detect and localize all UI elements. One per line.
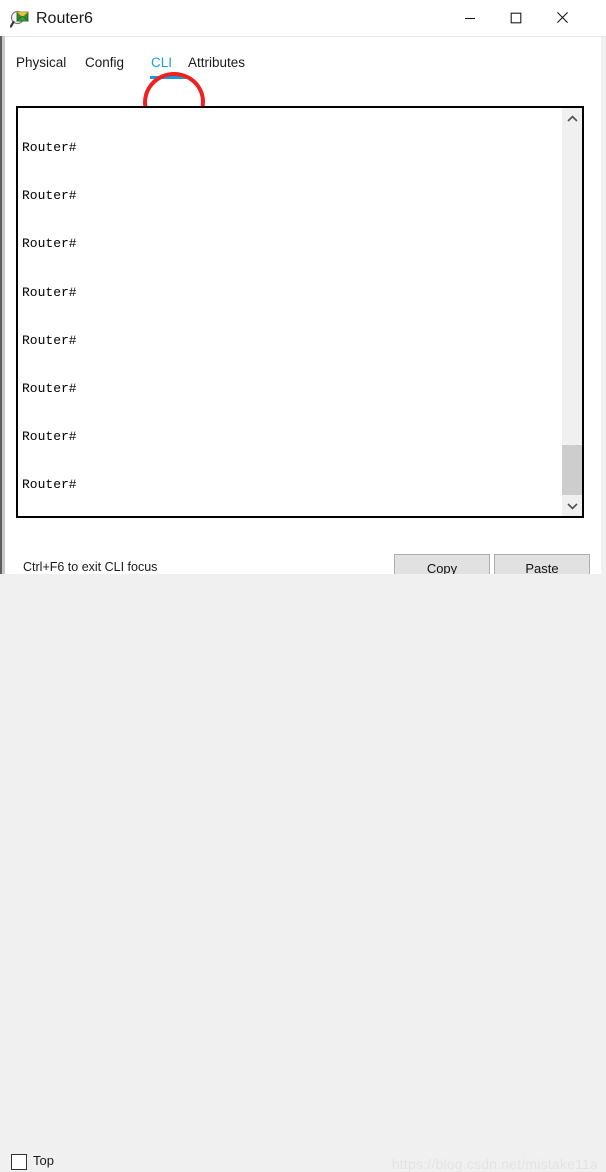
packet-tracer-device-icon <box>9 9 30 29</box>
terminal-line: Router# <box>22 284 77 300</box>
scrollbar-track[interactable] <box>562 129 582 495</box>
terminal-line: Router# <box>22 236 77 252</box>
minimize-button[interactable] <box>447 0 493 35</box>
tab-bar: Physical Config CLI Attributes <box>16 46 292 80</box>
scroll-up-button[interactable] <box>562 108 582 129</box>
tab-attributes[interactable]: Attributes <box>188 46 245 80</box>
maximize-icon <box>510 12 522 23</box>
active-tab-indicator <box>150 76 189 79</box>
top-checkbox[interactable] <box>11 1154 27 1170</box>
maximize-button[interactable] <box>493 0 539 35</box>
minimize-icon <box>465 17 475 19</box>
terminal-output: Router# Router# Router# Router# Router# … <box>22 108 552 516</box>
close-button[interactable] <box>539 0 585 35</box>
device-panel: Physical Config CLI Attributes IOS Comma… <box>5 37 601 582</box>
cli-terminal[interactable]: Router# Router# Router# Router# Router# … <box>16 106 584 518</box>
chevron-up-icon <box>567 114 578 122</box>
chevron-down-icon <box>567 502 578 510</box>
watermark-text: https://blog.csdn.net/mistake11a <box>391 1156 598 1172</box>
terminal-line: Router# <box>22 477 77 493</box>
title-bar: Router6 <box>0 0 606 37</box>
tab-config[interactable]: Config <box>85 46 124 80</box>
terminal-line: Router# <box>22 380 77 396</box>
tab-cli[interactable]: CLI <box>151 46 172 80</box>
terminal-line: Router# <box>22 428 77 444</box>
terminal-scrollbar[interactable] <box>561 108 582 516</box>
window-left-border <box>0 36 2 574</box>
terminal-line: Router# <box>22 332 77 348</box>
scroll-down-button[interactable] <box>562 495 582 516</box>
router-cli-window: Router6 Physical Config CLI Attributes R… <box>0 0 606 1172</box>
tab-physical[interactable]: Physical <box>16 46 66 80</box>
terminal-line: Router# <box>22 140 77 156</box>
cli-focus-hint: Ctrl+F6 to exit CLI focus <box>23 560 158 574</box>
window-footer: Top https://blog.csdn.net/mistake11a <box>0 574 606 1172</box>
top-checkbox-label: Top <box>33 1153 54 1168</box>
terminal-line: Router# <box>22 188 77 204</box>
window-title: Router6 <box>36 10 93 27</box>
scrollbar-thumb[interactable] <box>562 445 582 495</box>
close-icon <box>556 11 568 24</box>
